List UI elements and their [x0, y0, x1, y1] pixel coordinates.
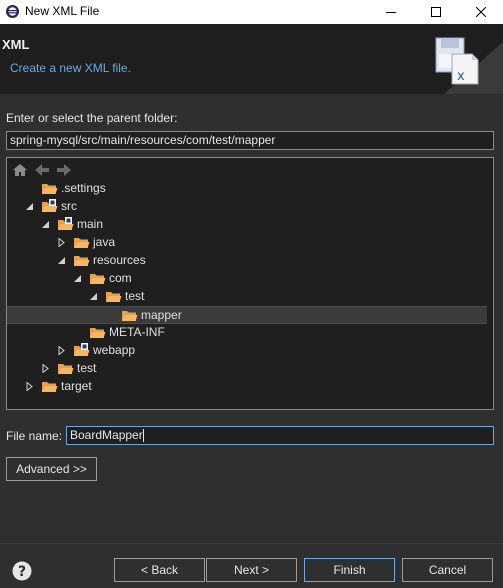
folder-icon	[58, 364, 74, 374]
cancel-button[interactable]: Cancel	[402, 558, 493, 582]
folder-icon	[74, 238, 90, 248]
tree-node-label: src	[61, 199, 77, 213]
eclipse-app-icon	[6, 5, 19, 18]
expanded-arrow-icon[interactable]	[25, 202, 34, 211]
tree-node[interactable]: .settings	[7, 180, 493, 198]
expanded-arrow-icon[interactable]	[41, 220, 50, 229]
forward-arrow-icon[interactable]	[56, 162, 72, 178]
bottom-separator	[0, 543, 503, 544]
expanded-arrow-icon[interactable]	[73, 274, 82, 283]
window-titlebar: New XML File	[0, 0, 503, 24]
wizard-header: XML Create a new XML file. x	[0, 24, 503, 94]
close-icon	[475, 7, 486, 17]
expanded-arrow-icon[interactable]	[57, 256, 66, 265]
tree-node-label: java	[93, 235, 116, 249]
tree-node[interactable]: META-INF	[7, 324, 493, 342]
folder-icon	[42, 184, 58, 194]
folder-icon	[42, 382, 58, 392]
wizard-description: Create a new XML file.	[10, 61, 131, 75]
tree-node[interactable]: webapp	[7, 342, 493, 360]
wizard-title: XML	[2, 37, 30, 52]
source-folder-icon	[74, 343, 90, 356]
collapsed-arrow-icon[interactable]	[25, 382, 34, 391]
tree-node-label: resources	[93, 253, 146, 267]
collapsed-arrow-icon[interactable]	[57, 346, 66, 355]
close-button[interactable]	[458, 0, 503, 24]
window-title: New XML File	[25, 4, 100, 18]
svg-text:x: x	[457, 69, 465, 84]
parent-folder-label: Enter or select the parent folder:	[6, 111, 178, 125]
collapsed-arrow-icon[interactable]	[41, 364, 50, 373]
tree-node[interactable]: target	[7, 378, 493, 396]
back-button[interactable]: < Back	[114, 558, 205, 582]
tree-node[interactable]: java	[7, 234, 493, 252]
tree-node-label: main	[77, 217, 104, 231]
parent-folder-input[interactable]: spring-mysql/src/main/resources/com/test…	[6, 131, 494, 150]
next-button[interactable]: Next >	[206, 558, 297, 582]
tree-node-label: test	[77, 361, 97, 375]
maximize-button[interactable]	[413, 0, 458, 24]
expanded-arrow-icon[interactable]	[89, 292, 98, 301]
source-folder-icon	[42, 199, 58, 212]
advanced-button[interactable]: Advanced >>	[6, 457, 97, 481]
folder-icon	[74, 256, 90, 266]
finish-button[interactable]: Finish	[304, 558, 395, 582]
tree-node-label: com	[109, 271, 132, 285]
svg-text:?: ?	[18, 564, 26, 580]
tree-node[interactable]: com	[7, 270, 493, 288]
folder-icon	[90, 274, 106, 284]
tree-node[interactable]: test	[7, 288, 493, 306]
tree-node-label: target	[61, 379, 92, 393]
folder-icon	[122, 311, 138, 321]
tree-node[interactable]: resources	[7, 252, 493, 270]
tree-node-label: test	[125, 289, 145, 303]
file-name-input[interactable]: BoardMapper	[66, 426, 494, 445]
help-icon[interactable]: ?	[12, 561, 32, 581]
back-arrow-icon[interactable]	[34, 162, 50, 178]
xml-file-wizard-icon: x	[435, 37, 503, 94]
source-folder-icon	[58, 217, 74, 230]
folder-icon	[90, 328, 106, 338]
minimize-icon	[385, 12, 396, 13]
tree-node[interactable]: main	[7, 216, 493, 234]
tree-node[interactable]: test	[7, 360, 493, 378]
tree-node-label: webapp	[93, 343, 136, 357]
tree-node-label: mapper	[141, 308, 182, 322]
tree-node-label: .settings	[61, 181, 106, 195]
file-name-value: BoardMapper	[70, 428, 143, 442]
tree-node[interactable]: src	[7, 198, 493, 216]
home-icon[interactable]	[12, 162, 28, 178]
file-name-label: File name:	[6, 429, 63, 443]
tree-node[interactable]: mapper	[7, 306, 487, 324]
folder-icon	[106, 292, 122, 302]
text-cursor	[142, 429, 144, 443]
maximize-icon	[430, 7, 441, 17]
collapsed-arrow-icon[interactable]	[57, 238, 66, 247]
folder-tree[interactable]: .settings src main java resources com test mapp…	[6, 157, 494, 410]
minimize-button[interactable]	[368, 0, 413, 24]
tree-node-label: META-INF	[109, 325, 165, 339]
